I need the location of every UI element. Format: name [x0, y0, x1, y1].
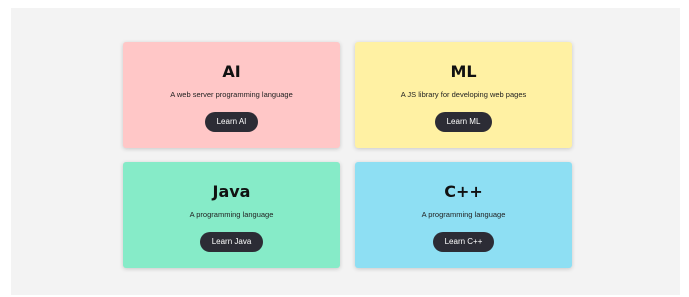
- card-description: A programming language: [189, 210, 274, 219]
- card-grid: AI A web server programming language Lea…: [123, 42, 572, 268]
- card-title: Java: [212, 182, 251, 201]
- card-ml: ML A JS library for developing web pages…: [355, 42, 572, 148]
- card-java: Java A programming language Learn Java: [123, 162, 340, 268]
- card-description: A JS library for developing web pages: [400, 90, 527, 99]
- learn-ai-button[interactable]: Learn AI: [204, 112, 259, 132]
- page-background: AI A web server programming language Lea…: [11, 8, 680, 295]
- learn-cpp-button[interactable]: Learn C++: [432, 232, 495, 252]
- learn-ml-button[interactable]: Learn ML: [434, 112, 493, 132]
- card-description: A web server programming language: [170, 90, 293, 99]
- learn-java-button[interactable]: Learn Java: [199, 232, 264, 252]
- card-ai: AI A web server programming language Lea…: [123, 42, 340, 148]
- card-cpp: C++ A programming language Learn C++: [355, 162, 572, 268]
- card-description: A programming language: [421, 210, 506, 219]
- card-title: AI: [222, 62, 241, 81]
- card-title: C++: [444, 182, 483, 201]
- card-title: ML: [450, 62, 477, 81]
